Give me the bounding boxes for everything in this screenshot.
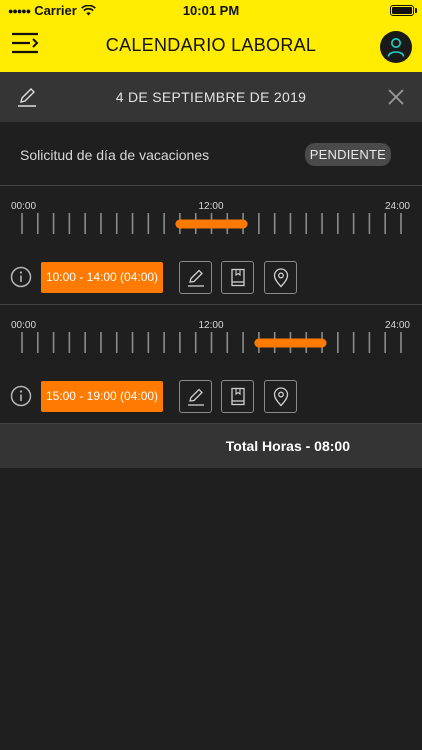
timeline-label-end: 24:00 — [385, 320, 410, 331]
notes-button[interactable] — [221, 261, 254, 294]
timeline-ticks — [21, 332, 402, 353]
book-icon — [230, 268, 245, 286]
edit-slot-button[interactable] — [179, 261, 212, 294]
location-button[interactable] — [264, 380, 297, 413]
info-icon[interactable] — [10, 385, 32, 407]
notes-button[interactable] — [221, 380, 254, 413]
timeline-1: 00:00 12:00 24:00 — [11, 201, 410, 234]
timeline-label-mid: 12:00 — [198, 201, 223, 212]
location-button[interactable] — [264, 261, 297, 294]
profile-button[interactable] — [380, 31, 412, 63]
user-icon — [387, 38, 405, 57]
time-slot-1: 00:00 12:00 24:00 10:00 - 14:00 (04:00) — [0, 186, 422, 305]
battery-tip — [415, 8, 417, 13]
status-time: 10:01 PM — [182, 3, 240, 18]
book-icon — [230, 387, 245, 405]
page-title: CALENDARIO LABORAL — [105, 35, 317, 55]
status-bar: ●●●●● Carrier 10:01 PM — [0, 0, 422, 22]
timeline-label-start: 00:00 — [11, 320, 36, 331]
pencil-icon — [187, 269, 204, 287]
pencil-icon — [187, 388, 204, 406]
info-icon[interactable] — [10, 266, 32, 288]
edit-slot-button[interactable] — [179, 380, 212, 413]
request-label: Solicitud de día de vacaciones — [20, 147, 210, 163]
timeline-label-mid: 12:00 — [198, 320, 223, 331]
location-pin-icon — [273, 267, 288, 287]
battery-icon — [390, 5, 414, 16]
time-range-chip[interactable]: 15:00 - 19:00 (04:00) — [41, 381, 163, 412]
request-row: Solicitud de día de vacaciones PENDIENTE — [0, 122, 422, 186]
timeline-2: 00:00 12:00 24:00 — [11, 320, 410, 353]
app-header: ●●●●● Carrier 10:01 PM CALENDARIO LABORA… — [0, 0, 422, 72]
time-slot-2: 00:00 12:00 24:00 15:00 - 19:00 (04:00) — [0, 305, 422, 424]
close-icon — [388, 89, 404, 105]
total-hours: Total Horas - 08:00 — [225, 438, 350, 454]
date-bar: 4 DE SEPTIEMBRE DE 2019 — [0, 72, 422, 122]
status-badge: PENDIENTE — [304, 143, 391, 166]
total-hours-bar: Total Horas - 08:00 — [0, 424, 422, 468]
time-range-chip[interactable]: 10:00 - 14:00 (04:00) — [41, 262, 163, 293]
close-button[interactable] — [386, 87, 406, 107]
timeline-label-end: 24:00 — [385, 201, 410, 212]
selected-date: 4 DE SEPTIEMBRE DE 2019 — [115, 89, 307, 105]
timeline-label-start: 00:00 — [11, 201, 36, 212]
location-pin-icon — [273, 386, 288, 406]
